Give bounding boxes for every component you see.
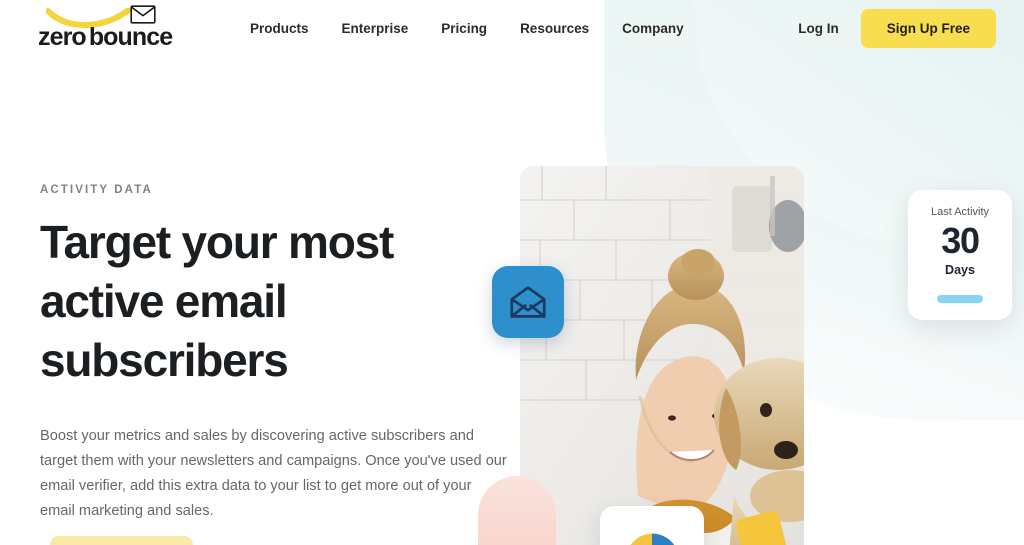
logo-word-zero: zero bbox=[38, 23, 87, 51]
zerobounce-logo[interactable]: zero bounce bbox=[38, 5, 188, 52]
site-header: zero bounce Products Enterprise Pricing R… bbox=[0, 0, 1024, 56]
nav-item-pricing[interactable]: Pricing bbox=[441, 21, 487, 36]
hero-copy: ACTIVITY DATA Target your most active em… bbox=[40, 184, 510, 545]
logo-wordmark: zero bounce bbox=[38, 23, 173, 52]
page-title: Target your most active email subscriber… bbox=[40, 216, 394, 386]
pie-chart-card bbox=[600, 506, 704, 545]
hero-visual: Last Activity 30 Days bbox=[478, 166, 1012, 545]
stat-card-label: Last Activity bbox=[930, 206, 990, 218]
pie-chart-icon bbox=[630, 533, 675, 545]
hero-paragraph: Boost your metrics and sales by discover… bbox=[40, 428, 507, 519]
header-actions: Log In Sign Up Free bbox=[798, 8, 996, 48]
last-activity-card: Last Activity 30 Days bbox=[908, 190, 1012, 320]
hero-cta-button[interactable]: Get Started bbox=[50, 536, 194, 545]
nav-item-enterprise[interactable]: Enterprise bbox=[342, 21, 409, 36]
nav-item-resources[interactable]: Resources bbox=[520, 21, 589, 36]
stat-card-unit: Days bbox=[945, 263, 975, 277]
nav-item-company[interactable]: Company bbox=[622, 21, 684, 36]
logo-envelope-icon bbox=[130, 5, 156, 24]
stat-card-value: 30 bbox=[941, 220, 980, 261]
landing-page: zero bounce Products Enterprise Pricing R… bbox=[0, 0, 1024, 545]
login-link[interactable]: Log In bbox=[798, 21, 839, 36]
logo-word-bounce: bounce bbox=[88, 23, 173, 51]
signup-free-button[interactable]: Sign Up Free bbox=[860, 8, 996, 48]
stat-card-progress-bar bbox=[937, 295, 983, 303]
nav-item-products[interactable]: Products bbox=[250, 21, 309, 36]
hero-eyebrow: ACTIVITY DATA bbox=[40, 184, 153, 196]
hero-photo bbox=[520, 166, 804, 545]
main-navigation: Products Enterprise Pricing Resources Co… bbox=[250, 21, 684, 36]
